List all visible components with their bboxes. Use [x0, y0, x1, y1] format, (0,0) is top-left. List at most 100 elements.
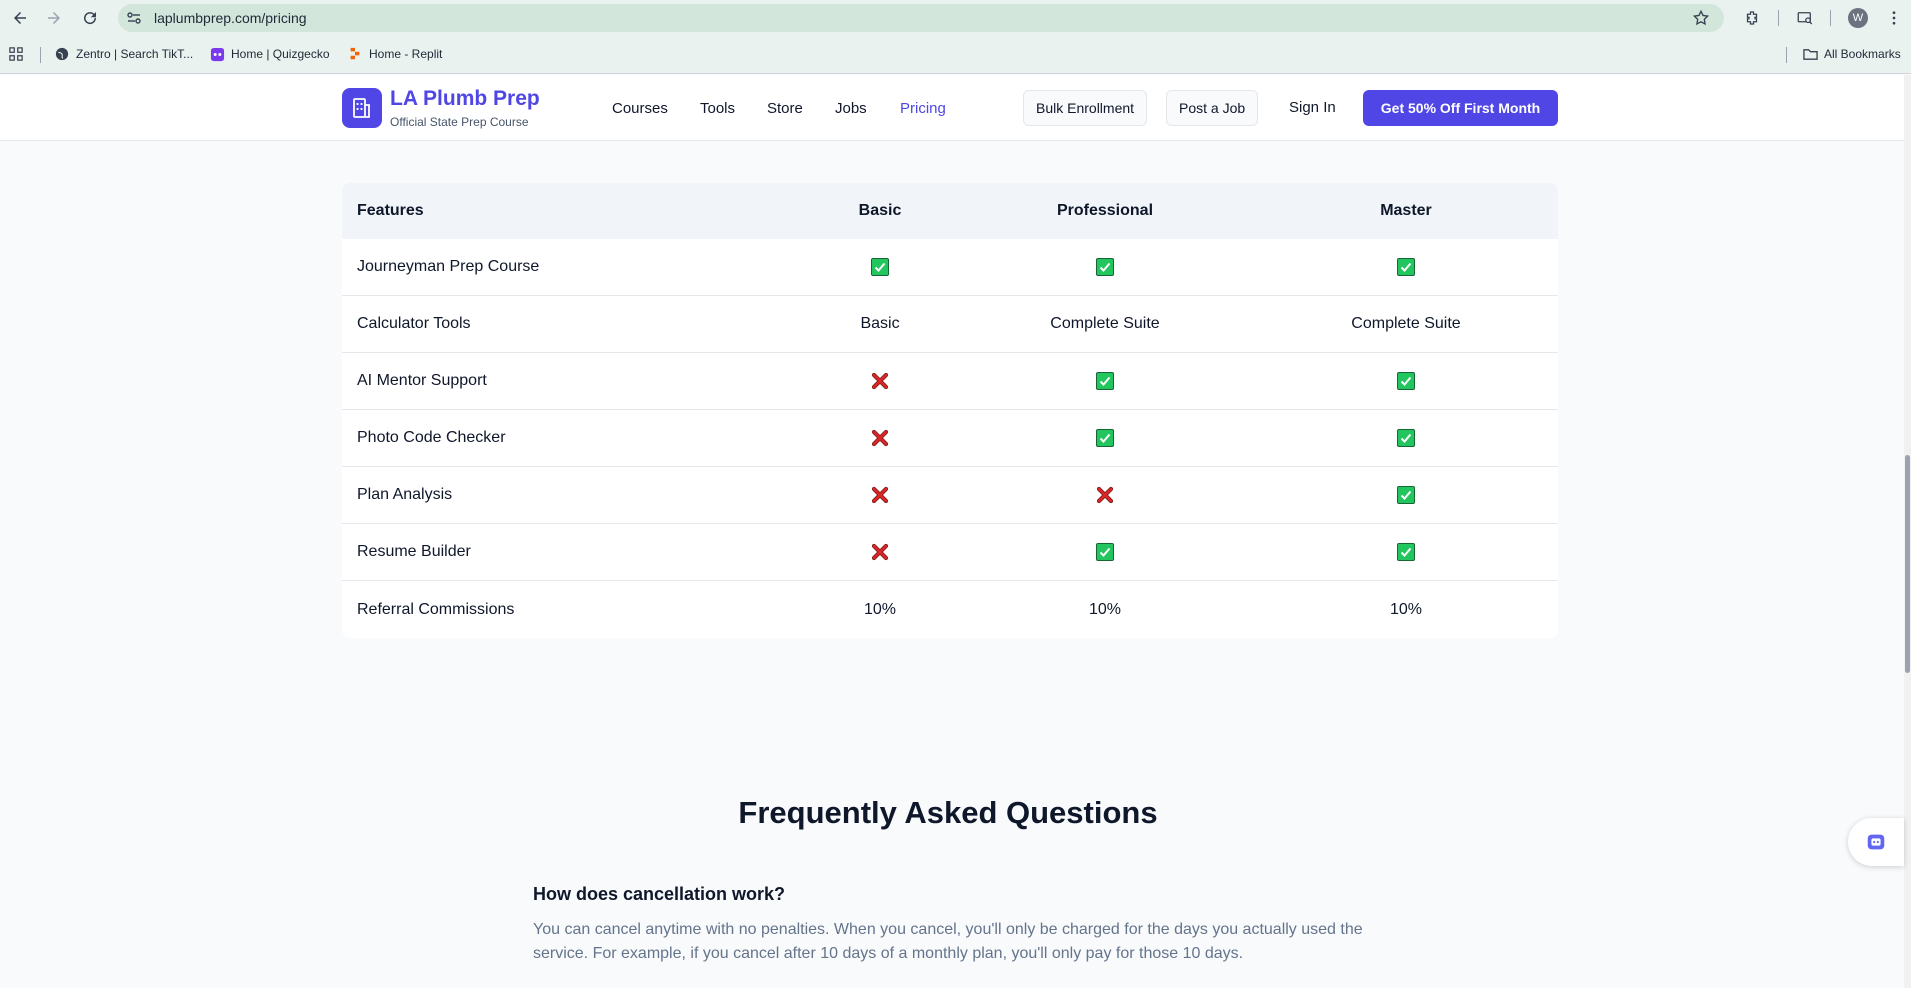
- forward-icon[interactable]: [42, 6, 66, 30]
- check-icon: [1306, 410, 1506, 466]
- bookmark-replit[interactable]: Home - Replit: [347, 46, 442, 62]
- site-header: LA Plumb Prep Official State Prep Course…: [0, 75, 1905, 141]
- cross-icon: [780, 524, 980, 580]
- feature-name: Resume Builder: [357, 543, 471, 560]
- check-icon: [871, 258, 889, 276]
- header-professional: Professional: [1056, 202, 1154, 219]
- check-icon: [1096, 258, 1114, 276]
- menu-dots-icon[interactable]: [1882, 6, 1906, 30]
- nav-tools[interactable]: Tools: [700, 100, 735, 117]
- cross-icon: [871, 486, 889, 504]
- apps-grid-icon[interactable]: [8, 46, 24, 62]
- bookmark-star-icon[interactable]: [1692, 9, 1710, 27]
- check-icon: [1005, 353, 1205, 409]
- check-icon: [780, 239, 980, 295]
- cross-icon: [780, 353, 980, 409]
- feature-name: Journeyman Prep Course: [357, 258, 540, 275]
- table-row: Photo Code Checker: [342, 410, 1558, 467]
- feature-name: Calculator Tools: [357, 315, 471, 332]
- bookmark-zentro[interactable]: Zentro | Search TikT...: [54, 46, 193, 62]
- scrollbar-thumb[interactable]: [1905, 455, 1910, 673]
- check-icon: [1005, 524, 1205, 580]
- check-icon: [1005, 410, 1205, 466]
- table-row: AI Mentor Support: [342, 353, 1558, 410]
- bookmark-quizgecko[interactable]: Home | Quizgecko: [209, 46, 330, 62]
- feature-name: AI Mentor Support: [357, 372, 487, 389]
- faq-question: How does cancellation work?: [533, 884, 786, 904]
- table-header-row: Features Basic Professional Master: [342, 183, 1558, 239]
- bulk-enrollment-button[interactable]: Bulk Enrollment: [1023, 90, 1148, 126]
- table-row: Journeyman Prep Course: [342, 239, 1558, 296]
- nav-pricing[interactable]: Pricing: [900, 100, 946, 117]
- check-icon: [1306, 353, 1506, 409]
- bookmark-label: Home - Replit: [369, 47, 443, 61]
- nav-store[interactable]: Store: [767, 100, 803, 117]
- feature-value: Complete Suite: [1351, 315, 1461, 332]
- cross-icon: [780, 467, 980, 523]
- building-logo-icon[interactable]: [342, 88, 382, 128]
- header-features: Features: [357, 202, 424, 219]
- globe-icon: [54, 46, 70, 62]
- brand-subtitle: Official State Prep Course: [390, 115, 529, 129]
- profile-avatar[interactable]: W: [1848, 8, 1868, 28]
- cross-icon: [1096, 486, 1114, 504]
- bookmarks-bar: Zentro | Search TikT... Home | Quizgecko…: [0, 36, 1911, 74]
- browser-toolbar: laplumbprep.com/pricing W: [0, 0, 1911, 36]
- table-row: Plan Analysis: [342, 467, 1558, 524]
- extensions-icon[interactable]: [1740, 6, 1764, 30]
- table-row: Resume Builder: [342, 524, 1558, 581]
- cross-icon: [871, 543, 889, 561]
- back-icon[interactable]: [8, 6, 32, 30]
- feature-comparison-table: Features Basic Professional Master Journ…: [342, 183, 1558, 638]
- bookmark-label: Home | Quizgecko: [231, 47, 330, 61]
- header-basic: Basic: [858, 202, 902, 219]
- faq-title: Frequently Asked Questions: [738, 795, 1158, 830]
- check-icon: [1397, 543, 1415, 561]
- check-icon: [1397, 258, 1415, 276]
- check-icon: [1397, 429, 1415, 447]
- check-icon: [1096, 543, 1114, 561]
- feature-value: 10%: [1088, 600, 1122, 618]
- nav-courses[interactable]: Courses: [612, 100, 668, 117]
- page-scrollbar[interactable]: [1904, 75, 1911, 988]
- sign-in-button[interactable]: Sign In: [1289, 99, 1336, 116]
- check-icon: [1096, 429, 1114, 447]
- feature-name: Plan Analysis: [357, 486, 453, 503]
- feature-name: Referral Commissions: [357, 600, 515, 618]
- get-discount-button[interactable]: Get 50% Off First Month: [1363, 90, 1558, 126]
- feature-name: Photo Code Checker: [357, 429, 506, 446]
- assistant-widget-button[interactable]: [1848, 818, 1904, 866]
- check-icon: [1397, 486, 1415, 504]
- cross-icon: [871, 429, 889, 447]
- assistant-icon: [1867, 834, 1885, 850]
- tab-search-icon[interactable]: [1793, 6, 1817, 30]
- feature-value: 10%: [863, 600, 897, 618]
- reload-icon[interactable]: [78, 6, 102, 30]
- faq-answer: You can cancel anytime with no penalties…: [533, 921, 1363, 962]
- check-icon: [1306, 467, 1506, 523]
- address-bar[interactable]: laplumbprep.com/pricing: [118, 4, 1724, 32]
- bookmark-label: Zentro | Search TikT...: [76, 47, 194, 61]
- check-icon: [1397, 372, 1415, 390]
- post-job-button[interactable]: Post a Job: [1166, 90, 1259, 126]
- feature-value: 10%: [1389, 600, 1423, 618]
- cross-icon: [1005, 467, 1205, 523]
- check-icon: [1306, 239, 1506, 295]
- feature-value: Basic: [860, 315, 900, 332]
- url-text[interactable]: laplumbprep.com/pricing: [154, 10, 307, 26]
- feature-value: Complete Suite: [1050, 315, 1160, 332]
- site-info-icon[interactable]: [126, 10, 142, 26]
- check-icon: [1306, 524, 1506, 580]
- table-row: Calculator Tools Basic Complete Suite Compl…: [342, 296, 1558, 353]
- replit-icon: [347, 46, 363, 62]
- cross-icon: [871, 372, 889, 390]
- all-bookmarks[interactable]: All Bookmarks: [1802, 46, 1901, 62]
- all-bookmarks-label: All Bookmarks: [1824, 47, 1901, 61]
- brand-title[interactable]: LA Plumb Prep: [390, 87, 540, 111]
- header-master: Master: [1380, 202, 1432, 219]
- check-icon: [1096, 372, 1114, 390]
- cross-icon: [780, 410, 980, 466]
- check-icon: [1005, 239, 1205, 295]
- nav-jobs[interactable]: Jobs: [835, 100, 867, 117]
- folder-icon: [1802, 46, 1818, 62]
